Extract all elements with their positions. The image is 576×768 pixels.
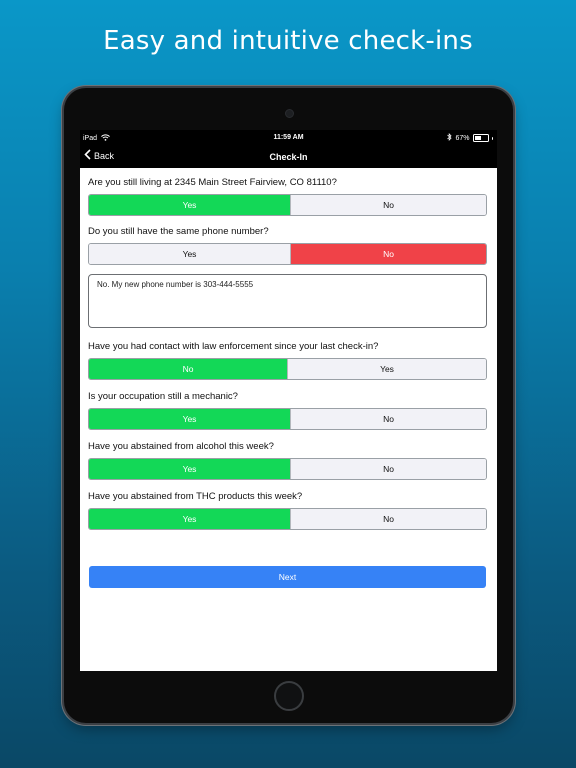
question-thc: Have you abstained from THC products thi… <box>88 491 303 502</box>
question-law-enforcement: Have you had contact with law enforcemen… <box>88 341 379 352</box>
answer-occupation: Yes No <box>88 408 487 430</box>
question-address: Are you still living at 2345 Main Street… <box>88 177 337 188</box>
marketing-headline: Easy and intuitive check-ins <box>103 26 473 56</box>
checkin-form: Are you still living at 2345 Main Street… <box>80 168 497 671</box>
nav-title: Check-In <box>269 152 308 162</box>
answer-no-button[interactable]: No <box>290 409 486 429</box>
answer-yes-button[interactable]: Yes <box>89 409 290 429</box>
device-screen: iPad 11:59 AM 67% Back Check-In Are you … <box>80 130 497 671</box>
battery-nub <box>491 136 493 140</box>
answer-alcohol: Yes No <box>88 458 487 480</box>
answer-address: Yes No <box>88 194 487 216</box>
answer-no-button[interactable]: No <box>290 509 486 529</box>
status-time: 11:59 AM <box>273 134 304 141</box>
bluetooth-icon <box>447 133 453 143</box>
answer-no-button[interactable]: No <box>290 459 486 479</box>
question-occupation: Is your occupation still a mechanic? <box>88 391 238 402</box>
question-alcohol: Have you abstained from alcohol this wee… <box>88 441 274 452</box>
answer-yes-button[interactable]: Yes <box>89 459 290 479</box>
battery-icon <box>472 134 489 142</box>
phone-followup-textarea[interactable]: No. My new phone number is 303-444-5555 <box>88 274 487 328</box>
answer-no-button[interactable]: No <box>290 244 486 264</box>
answer-phone: Yes No <box>88 243 487 265</box>
answer-law-enforcement: No Yes <box>88 358 487 380</box>
battery-percent: 67% <box>455 134 470 142</box>
navigation-bar: Back Check-In <box>80 146 497 167</box>
ipad-device-frame: iPad 11:59 AM 67% Back Check-In Are you … <box>64 88 513 723</box>
next-button[interactable]: Next <box>89 566 486 588</box>
answer-yes-button[interactable]: Yes <box>89 244 290 264</box>
answer-yes-button[interactable]: Yes <box>89 509 290 529</box>
status-bar: iPad 11:59 AM 67% <box>80 130 497 144</box>
answer-no-button[interactable]: No <box>290 195 486 215</box>
front-camera <box>285 109 294 118</box>
home-button[interactable] <box>274 681 304 711</box>
question-phone: Do you still have the same phone number? <box>88 226 269 237</box>
answer-thc: Yes No <box>88 508 487 530</box>
answer-no-button[interactable]: No <box>89 359 287 379</box>
answer-yes-button[interactable]: Yes <box>89 195 290 215</box>
answer-yes-button[interactable]: Yes <box>287 359 486 379</box>
